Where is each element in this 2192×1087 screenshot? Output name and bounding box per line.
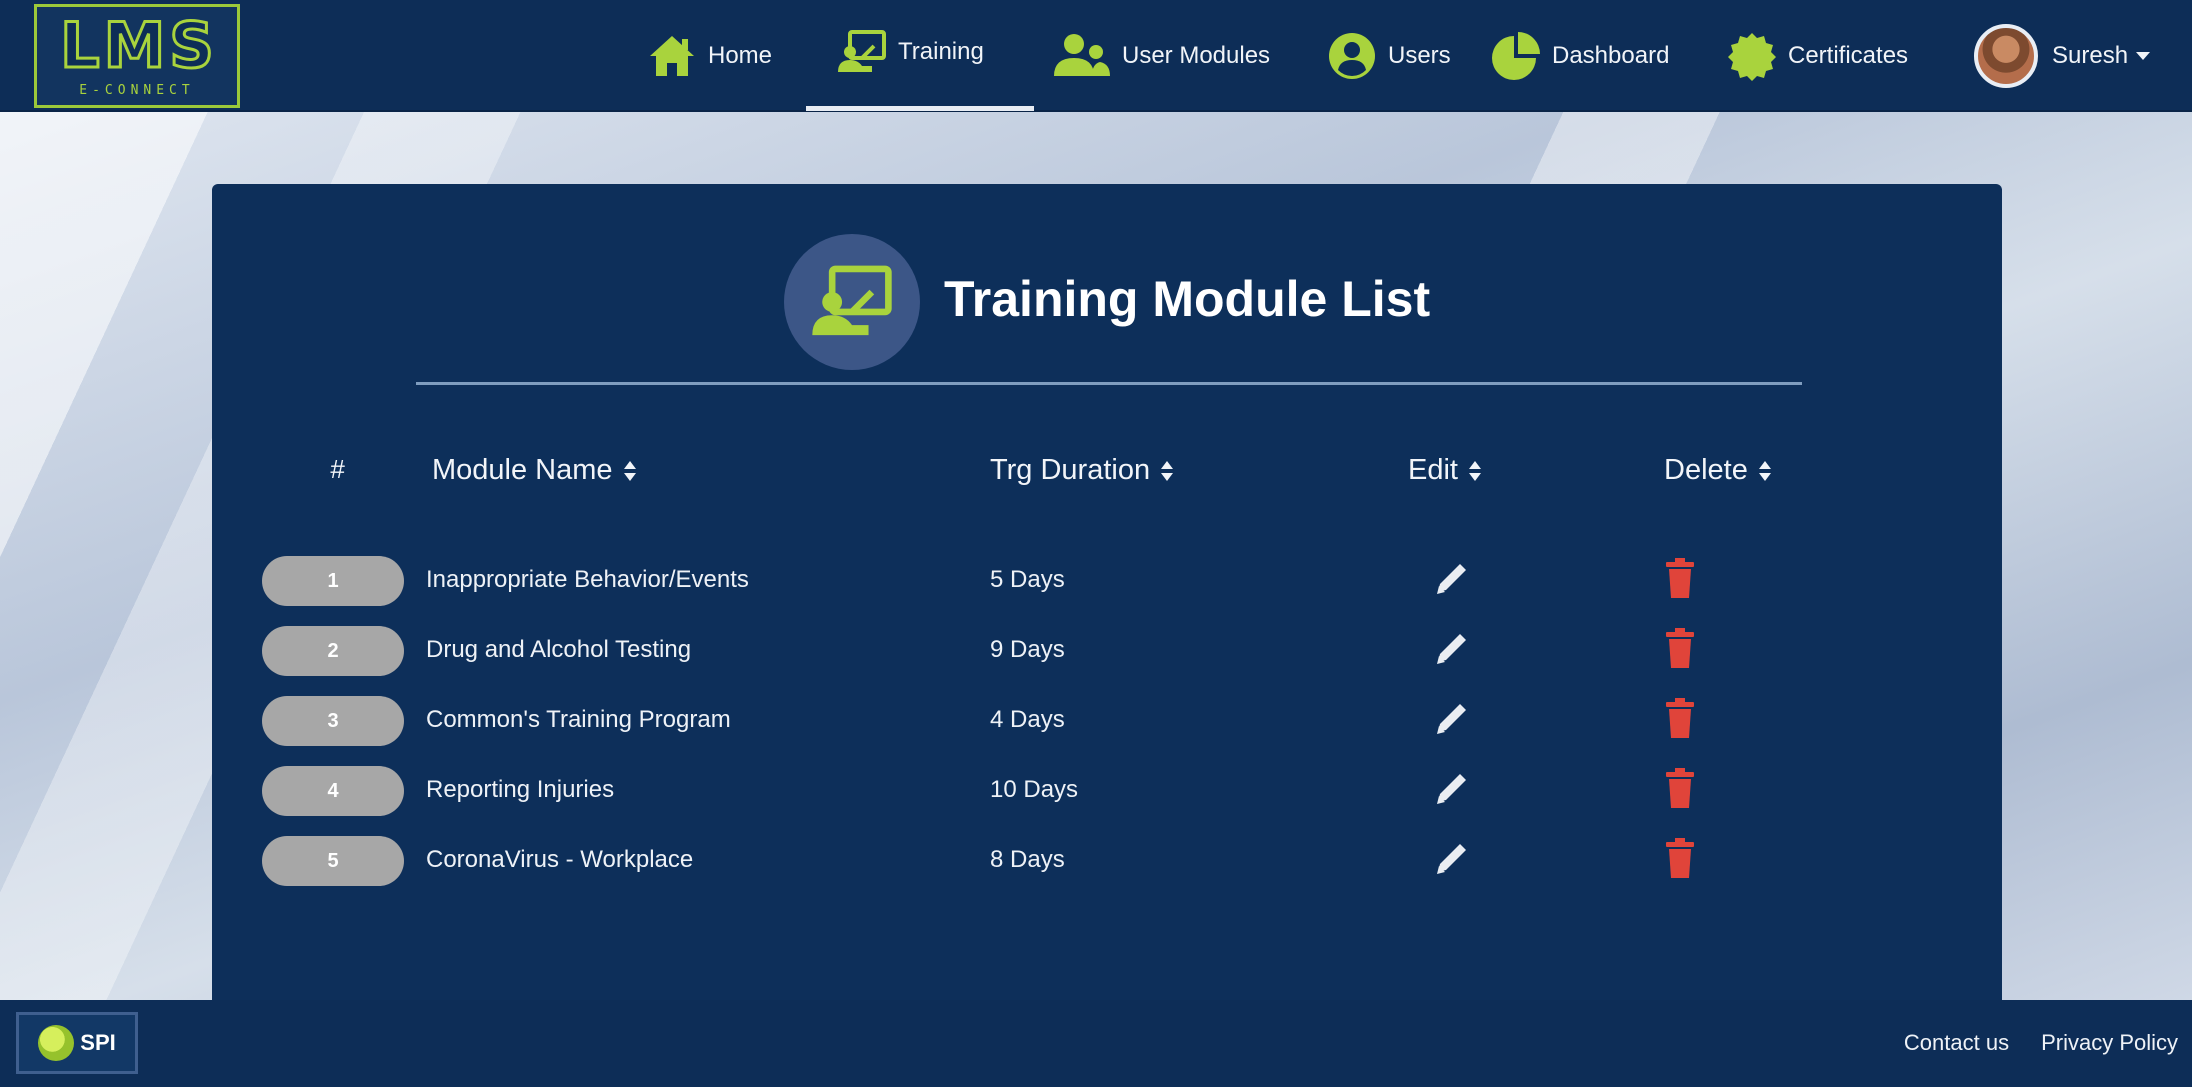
delete-trash-icon[interactable] — [1664, 836, 1696, 880]
column-header-index: # — [330, 454, 345, 484]
nav-item-certificates[interactable]: Certificates — [1726, 26, 1908, 86]
page-title: Training Module List — [944, 271, 1431, 327]
sort-icon — [1758, 460, 1771, 481]
pie-chart-icon — [1492, 32, 1540, 80]
edit-pencil-icon[interactable] — [1432, 558, 1472, 600]
nav-item-user-modules[interactable]: User Modules — [1052, 26, 1270, 86]
users-icon — [1054, 34, 1110, 76]
training-icon — [838, 30, 886, 72]
edit-pencil-icon[interactable] — [1432, 628, 1472, 670]
duration-cell: 8 Days — [990, 846, 1065, 873]
sort-icon — [623, 460, 636, 481]
table-row: 1 Inappropriate Behavior/Events 5 Days — [212, 544, 2002, 614]
table-row: 4 Reporting Injuries 10 Days — [212, 754, 2002, 824]
delete-trash-icon[interactable] — [1664, 696, 1696, 740]
module-name-cell: Common's Training Program — [426, 706, 731, 733]
active-tab-indicator — [806, 106, 1034, 111]
nav-label-user-modules: User Modules — [1122, 42, 1271, 69]
row-index-badge: 4 — [262, 766, 404, 816]
row-index-badge: 1 — [262, 556, 404, 606]
row-index-badge: 3 — [262, 696, 404, 746]
avatar[interactable] — [1974, 24, 2038, 88]
nav-item-home[interactable]: Home — [646, 26, 772, 86]
column-header-duration[interactable]: Trg Duration — [990, 454, 1174, 487]
duration-cell: 9 Days — [990, 636, 1065, 663]
column-header-edit[interactable]: Edit — [1408, 454, 1482, 487]
title-divider — [416, 382, 1802, 385]
duration-cell: 10 Days — [990, 776, 1079, 803]
sort-icon — [1161, 460, 1174, 481]
top-navigation-bar: LMS E-CONNECT Home Training User Modules… — [0, 0, 2192, 112]
user-name: Suresh — [2052, 42, 2129, 69]
privacy-policy-link[interactable]: Privacy Policy — [2041, 1030, 2178, 1056]
caret-down-icon — [2136, 52, 2151, 60]
footer-logo-text: SPI — [80, 1030, 116, 1055]
certificate-icon — [1728, 33, 1776, 81]
contact-us-link[interactable]: Contact us — [1904, 1030, 2009, 1056]
training-module-panel: Training Module List # Module Name Trg D… — [212, 184, 2002, 1000]
duration-cell: 5 Days — [990, 566, 1065, 593]
nav-label-dashboard: Dashboard — [1552, 42, 1670, 69]
column-header-module-name[interactable]: Module Name — [432, 454, 637, 487]
spi-logo-icon — [38, 1025, 75, 1061]
table-row: 3 Common's Training Program 4 Days — [212, 684, 2002, 754]
row-index-badge: 5 — [262, 836, 404, 886]
duration-cell: 4 Days — [990, 706, 1065, 733]
footer-links: Contact us Privacy Policy — [1904, 1030, 2178, 1056]
nav-item-users[interactable]: Users — [1326, 26, 1451, 86]
module-name-cell: Drug and Alcohol Testing — [426, 636, 692, 663]
delete-trash-icon[interactable] — [1664, 766, 1696, 810]
module-name-cell: CoronaVirus - Workplace — [426, 846, 694, 873]
table-row: 5 CoronaVirus - Workplace 8 Days — [212, 824, 2002, 894]
footer-logo[interactable]: SPI — [16, 1012, 138, 1074]
footer: SPI Contact us Privacy Policy — [0, 1000, 2192, 1087]
training-icon — [812, 265, 892, 336]
nav-label-certificates: Certificates — [1788, 42, 1909, 69]
module-name-cell: Inappropriate Behavior/Events — [426, 566, 749, 593]
module-name-cell: Reporting Injuries — [426, 776, 615, 803]
user-menu[interactable]: Suresh — [1974, 22, 2151, 90]
column-header-delete[interactable]: Delete — [1664, 454, 1772, 487]
main-nav: Home Training User Modules Users Dashboa… — [0, 0, 2192, 112]
home-icon — [650, 36, 694, 76]
nav-label-users: Users — [1388, 42, 1451, 69]
edit-pencil-icon[interactable] — [1432, 768, 1472, 810]
nav-label-training: Training — [898, 38, 984, 65]
sort-icon — [1468, 460, 1481, 481]
nav-label-home: Home — [708, 42, 773, 69]
delete-trash-icon[interactable] — [1664, 556, 1696, 600]
delete-trash-icon[interactable] — [1664, 626, 1696, 670]
edit-pencil-icon[interactable] — [1432, 698, 1472, 740]
nav-item-dashboard[interactable]: Dashboard — [1490, 26, 1669, 86]
row-index-badge: 2 — [262, 626, 404, 676]
user-circle-icon — [1329, 33, 1375, 79]
training-title-badge — [784, 234, 920, 370]
table-row: 2 Drug and Alcohol Testing 9 Days — [212, 614, 2002, 684]
edit-pencil-icon[interactable] — [1432, 838, 1472, 880]
nav-item-training[interactable]: Training — [836, 22, 984, 82]
